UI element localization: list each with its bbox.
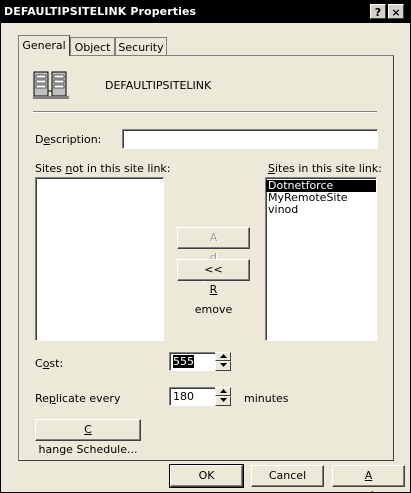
cost-spinner[interactable]: 555: [169, 352, 231, 371]
sites-in-link-label: Sites in this site link:: [268, 162, 382, 175]
cost-spin-buttons[interactable]: [215, 352, 231, 371]
tab-general[interactable]: General: [18, 35, 70, 56]
tab-general-label: General: [22, 39, 66, 52]
apply-button[interactable]: Apply: [332, 465, 405, 492]
help-button[interactable]: ?: [370, 4, 386, 19]
cost-input[interactable]: 555: [169, 352, 215, 371]
description-input[interactable]: [122, 129, 378, 149]
properties-dialog: DEFAULTIPSITELINK Properties ? × General…: [0, 0, 411, 493]
cost-label: Cost:: [35, 357, 64, 370]
replicate-up-button[interactable]: [215, 387, 231, 396]
sites-not-in-link-label: Sites not in this site link:: [35, 162, 171, 175]
cost-down-button[interactable]: [215, 361, 231, 371]
tab-security-label: Security: [118, 41, 164, 54]
description-label: Description:: [35, 133, 102, 146]
tab-security[interactable]: Security: [115, 37, 167, 55]
minutes-label: minutes: [244, 392, 289, 405]
sites-in-link-list[interactable]: Dotnetforce MyRemoteSite vinod: [265, 177, 377, 341]
cancel-button[interactable]: Cancel: [251, 465, 324, 487]
tab-object[interactable]: Object: [70, 37, 115, 55]
ok-button[interactable]: OK: [169, 464, 244, 488]
site-link-icon: [33, 69, 69, 101]
list-item[interactable]: vinod: [266, 204, 376, 216]
change-schedule-button[interactable]: Change Schedule...: [35, 419, 141, 456]
object-name: DEFAULTIPSITELINK: [105, 79, 212, 92]
replicate-input[interactable]: 180: [169, 387, 215, 406]
replicate-spin-buttons[interactable]: [215, 387, 231, 406]
window-title: DEFAULTIPSITELINK Properties: [4, 5, 197, 18]
separator: [33, 111, 377, 113]
title-bar[interactable]: DEFAULTIPSITELINK Properties ? ×: [1, 1, 410, 23]
add-button[interactable]: Add >>: [177, 227, 250, 284]
replicate-spinner[interactable]: 180: [169, 387, 231, 406]
cost-up-button[interactable]: [215, 352, 231, 361]
replicate-label: Replicate every: [35, 392, 121, 405]
remove-button[interactable]: << Remove: [177, 259, 250, 316]
replicate-down-button[interactable]: [215, 396, 231, 406]
tab-object-label: Object: [74, 41, 111, 54]
close-button[interactable]: ×: [388, 4, 404, 19]
sites-not-in-link-list[interactable]: [35, 177, 164, 341]
